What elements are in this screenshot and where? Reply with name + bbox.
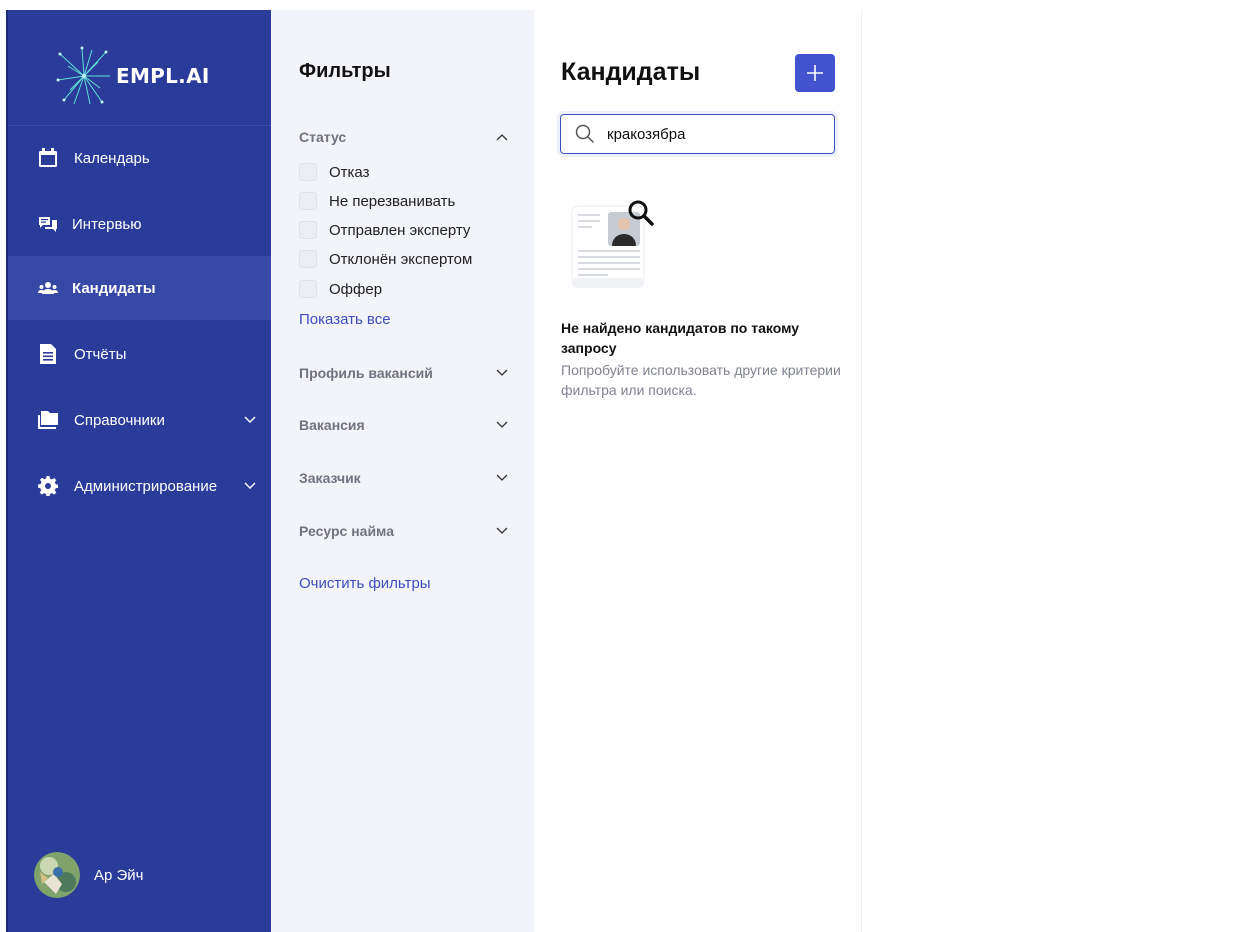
logo-starburst-icon <box>56 46 110 105</box>
sidebar-item-label: Справочники <box>74 411 165 429</box>
logo-text: EMPL.AI <box>116 64 210 88</box>
sidebar-item-label: Администрирование <box>74 477 218 495</box>
user-name: Ар Эйч <box>94 866 144 884</box>
calendar-icon <box>38 148 58 168</box>
sidebar-item-label: Календарь <box>74 149 150 167</box>
filter-section-label: Вакансия <box>299 417 365 433</box>
checkbox[interactable] <box>299 163 317 181</box>
sidebar: EMPL.AI Календарь Интервью Кандидаты Отч… <box>8 10 271 932</box>
chevron-down-icon <box>496 527 508 534</box>
clear-filters-link[interactable]: Очистить фильтры <box>299 575 431 592</box>
empty-state-illustration <box>568 198 658 298</box>
user-profile[interactable]: Ар Эйч <box>34 852 144 898</box>
chat-icon <box>38 214 58 234</box>
checkbox[interactable] <box>299 280 317 298</box>
folder-icon <box>38 410 58 430</box>
filter-section-label: Ресурс найма <box>299 523 395 539</box>
filter-section-label: Профиль вакансий <box>299 365 433 381</box>
show-all-link[interactable]: Показать все <box>299 311 391 328</box>
search-box[interactable] <box>560 114 835 154</box>
filter-option-label: Отказ <box>329 163 370 181</box>
filter-option-rejected-by-expert[interactable]: Отклонён экспертом <box>299 248 472 270</box>
gear-icon <box>38 476 58 496</box>
filter-vacancy-profile-header[interactable]: Профиль вакансий <box>299 363 509 383</box>
chevron-down-icon <box>496 421 508 428</box>
logo[interactable]: EMPL.AI <box>54 46 254 106</box>
plus-icon <box>807 65 823 81</box>
checkbox[interactable] <box>299 221 317 239</box>
filter-option-label: Оффер <box>329 280 383 298</box>
filter-customer-header[interactable]: Заказчик <box>299 468 509 488</box>
sidebar-item-administration[interactable]: Администрирование <box>8 454 271 518</box>
sidebar-item-label: Интервью <box>72 215 142 233</box>
filter-option-sent-to-expert[interactable]: Отправлен эксперту <box>299 219 470 241</box>
filter-vacancy-header[interactable]: Вакансия <box>299 415 509 435</box>
search-input[interactable] <box>607 125 817 143</box>
sidebar-item-candidates[interactable]: Кандидаты <box>8 256 271 320</box>
filter-option-label: Отправлен эксперту <box>329 221 471 239</box>
app-window: EMPL.AI Календарь Интервью Кандидаты Отч… <box>0 0 1244 932</box>
empty-state-subtitle: Попробуйте использовать другие критерии … <box>561 362 841 398</box>
candidates-main: Кандидаты кракозябра Не найдено кандидат… <box>534 10 862 932</box>
filter-section-label: Заказчик <box>299 470 361 486</box>
document-icon <box>38 344 58 364</box>
avatar <box>34 852 80 898</box>
filter-option-do-not-call[interactable]: Не перезванивать <box>299 190 455 212</box>
sidebar-item-directories[interactable]: Справочники <box>8 388 271 452</box>
filters-panel: Фильтры Статус Отказ Не перезванивать От… <box>271 10 534 932</box>
chevron-down-icon <box>244 416 256 423</box>
sidebar-item-label: Кандидаты <box>72 279 156 297</box>
checkbox[interactable] <box>299 250 317 268</box>
sidebar-item-label: Отчёты <box>74 345 127 363</box>
checkbox[interactable] <box>299 192 317 210</box>
chevron-down-icon <box>496 369 508 376</box>
sidebar-item-calendar[interactable]: Календарь <box>8 126 271 190</box>
filter-hiring-resource-header[interactable]: Ресурс найма <box>299 521 509 541</box>
chevron-down-icon <box>496 474 508 481</box>
chevron-up-icon <box>496 134 508 141</box>
filter-section-label: Статус <box>299 129 347 145</box>
users-icon <box>38 278 58 298</box>
empty-state-title: Не найдено кандидатов по такому запросу <box>561 320 800 356</box>
filters-title: Фильтры <box>299 60 391 82</box>
filter-option-refusal[interactable]: Отказ <box>299 161 369 183</box>
filter-option-offer[interactable]: Оффер <box>299 278 382 300</box>
search-icon <box>575 124 595 144</box>
chevron-down-icon <box>244 482 256 489</box>
page-title: Кандидаты <box>561 58 701 86</box>
add-candidate-button[interactable] <box>795 54 835 92</box>
filter-option-label: Отклонён экспертом <box>329 250 473 268</box>
filter-status-header[interactable]: Статус <box>299 127 509 147</box>
sidebar-item-interview[interactable]: Интервью <box>8 192 271 256</box>
filter-option-label: Не перезванивать <box>329 192 456 210</box>
sidebar-item-reports[interactable]: Отчёты <box>8 322 271 386</box>
